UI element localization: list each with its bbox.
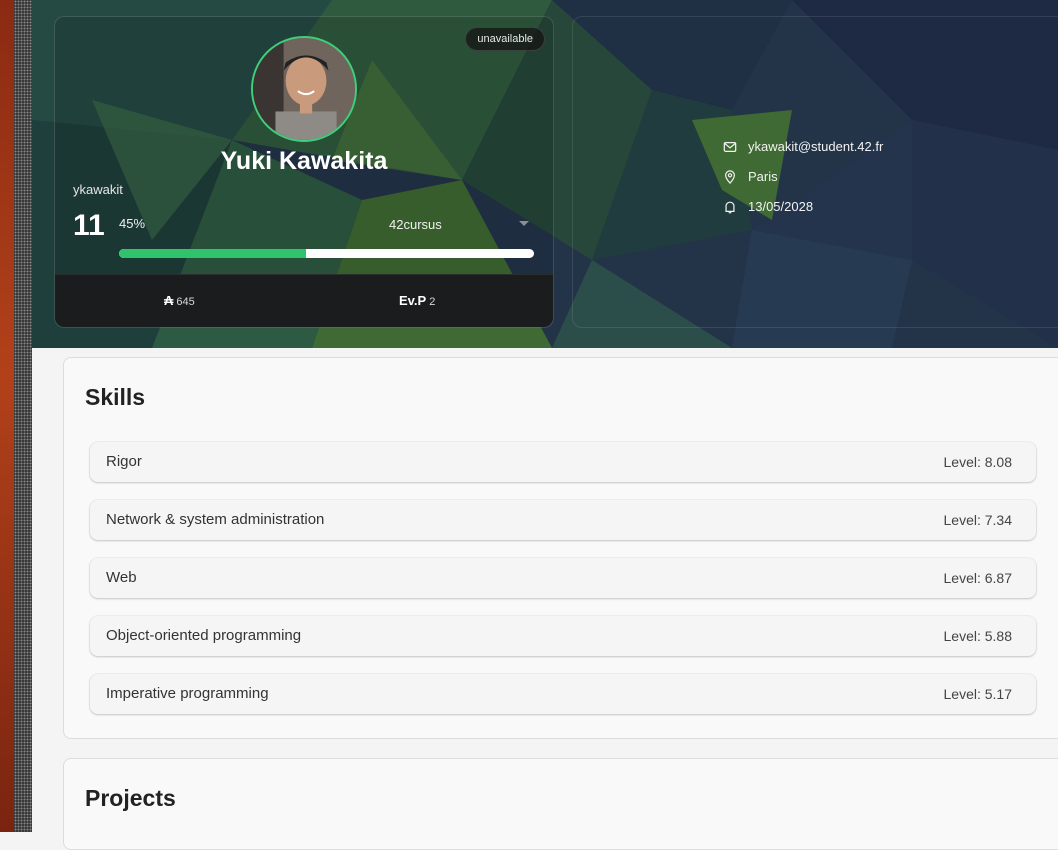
skill-row[interactable]: Rigor Level: 8.08 (90, 442, 1036, 482)
evp-label: Ev.P (399, 293, 427, 308)
skill-level: Level: 5.88 (943, 628, 1013, 644)
skill-name: Rigor (106, 453, 142, 470)
chevron-down-icon (519, 221, 529, 226)
skill-name: Object-oriented programming (106, 627, 302, 644)
status-badge: unavailable (465, 27, 545, 51)
location-pin-icon (725, 169, 735, 184)
profile-card: unavailable Yuki Kawakita ykawakit 11 45… (54, 16, 554, 328)
date-row: 13/05/2028 (723, 199, 813, 214)
cursus-select[interactable]: 42cursus (389, 217, 529, 232)
window-border (14, 0, 32, 832)
avatar-image (253, 38, 355, 140)
skill-level: Level: 8.08 (943, 454, 1013, 470)
skills-title: Skills (85, 384, 146, 410)
mail-icon (723, 141, 737, 152)
profile-banner: unavailable Yuki Kawakita ykawakit 11 45… (32, 0, 1058, 348)
level-progress-bar (119, 249, 534, 258)
skill-row[interactable]: Imperative programming Level: 5.17 (90, 674, 1036, 714)
wallet-icon: ₳ (164, 293, 174, 308)
avatar[interactable] (251, 36, 357, 142)
location-text: Paris (748, 169, 778, 184)
skill-level: Level: 7.34 (943, 512, 1013, 528)
login-name: ykawakit (73, 182, 123, 197)
projects-title: Projects (85, 785, 176, 811)
level-percent: 45% (119, 216, 146, 231)
skill-row[interactable]: Object-oriented programming Level: 5.88 (90, 616, 1036, 656)
location-row: Paris (723, 169, 778, 184)
stats-bar: ₳ 645 Ev.P 2 (55, 274, 553, 327)
bell-icon (725, 201, 735, 213)
date-text: 13/05/2028 (748, 199, 814, 214)
wallet-stat: ₳ 645 (164, 293, 195, 308)
skill-row[interactable]: Network & system administration Level: 7… (90, 500, 1036, 540)
projects-panel: Projects (63, 758, 1058, 850)
desktop-edge (0, 0, 14, 832)
skill-name: Network & system administration (106, 511, 325, 528)
evp-value: 2 (429, 296, 436, 308)
skill-level: Level: 6.87 (943, 570, 1013, 586)
contact-info-card: ykawakit@student.42.fr Paris 13/05/2028 (572, 16, 1058, 328)
cursus-label: 42cursus (389, 217, 442, 232)
evaluation-points-stat: Ev.P 2 (399, 293, 435, 308)
full-name: Yuki Kawakita (220, 147, 388, 175)
skill-level: Level: 5.17 (943, 686, 1013, 702)
email-text: ykawakit@student.42.fr (748, 139, 884, 154)
email-row[interactable]: ykawakit@student.42.fr (723, 139, 883, 154)
level-progress-fill (119, 249, 306, 258)
skill-row[interactable]: Web Level: 6.87 (90, 558, 1036, 598)
wallet-value: 645 (176, 296, 195, 308)
skill-name: Imperative programming (106, 685, 269, 702)
level-number: 11 (73, 209, 105, 242)
skills-panel: Skills Rigor Level: 8.08 Network & syste… (63, 357, 1058, 739)
skill-name: Web (106, 569, 137, 586)
